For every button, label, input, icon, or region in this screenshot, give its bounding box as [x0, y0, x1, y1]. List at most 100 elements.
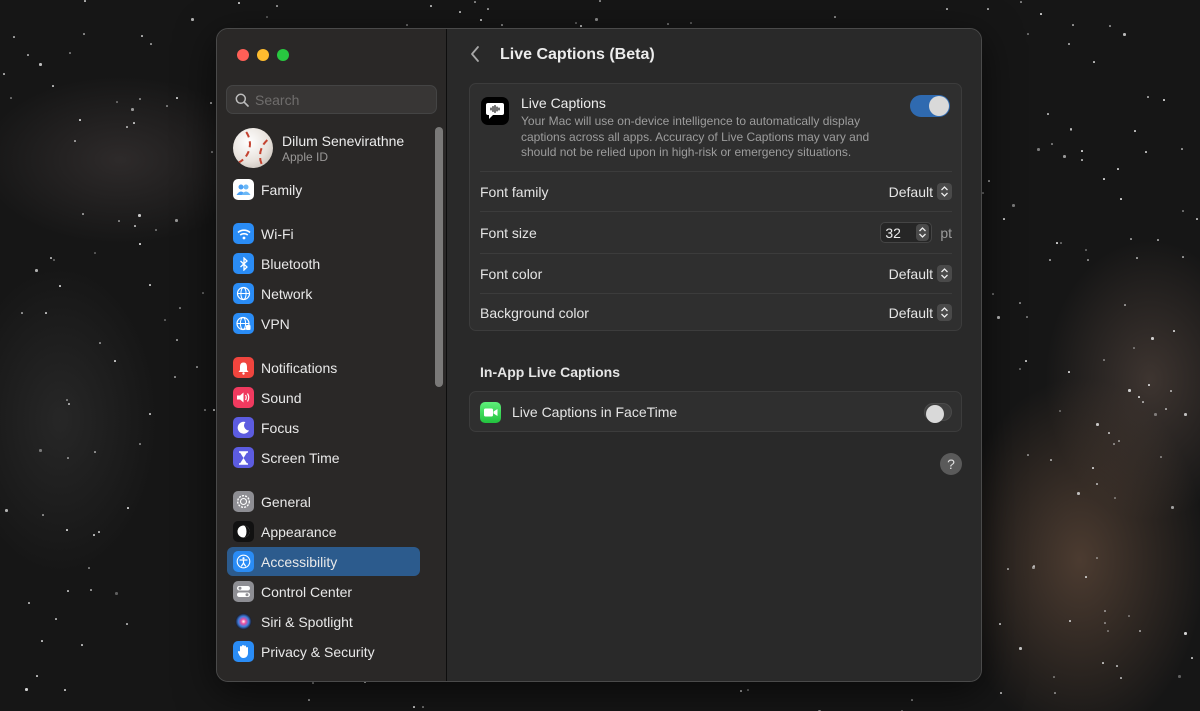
close-window-button[interactable]: [237, 49, 249, 61]
star-decoration: [114, 360, 116, 362]
star-decoration: [1025, 360, 1027, 362]
star-decoration: [266, 16, 268, 18]
sidebar-item-sound[interactable]: Sound: [227, 383, 420, 412]
star-decoration: [1181, 148, 1183, 150]
background-color-select[interactable]: Default: [889, 304, 952, 321]
minimize-window-button[interactable]: [257, 49, 269, 61]
sidebar-item-privacy-security[interactable]: Privacy & Security: [227, 637, 420, 666]
star-decoration: [53, 259, 55, 261]
star-decoration: [150, 43, 152, 45]
star-decoration: [1051, 143, 1053, 145]
star-decoration: [1026, 316, 1028, 318]
star-decoration: [138, 214, 141, 217]
sidebar-item-screen-time[interactable]: Screen Time: [227, 443, 420, 472]
sidebar-item-bluetooth[interactable]: Bluetooth: [227, 249, 420, 278]
star-decoration: [1092, 467, 1094, 469]
star-decoration: [501, 24, 503, 26]
star-decoration: [1096, 483, 1098, 485]
sidebar-item-accessibility[interactable]: Accessibility: [227, 547, 420, 576]
star-decoration: [5, 509, 8, 512]
star-decoration: [1104, 610, 1106, 612]
accessibility-icon: [233, 551, 254, 572]
star-decoration: [115, 592, 118, 595]
star-decoration: [575, 22, 577, 24]
star-decoration: [480, 19, 482, 21]
star-decoration: [1173, 330, 1175, 332]
star-decoration: [94, 451, 96, 453]
hourglass-icon: [233, 447, 254, 468]
star-decoration: [1020, 1, 1022, 3]
facetime-captions-toggle[interactable]: [924, 403, 952, 423]
star-decoration: [1081, 159, 1083, 161]
search-field[interactable]: [226, 85, 437, 114]
bell-icon: [233, 357, 254, 378]
sidebar-scrollbar[interactable]: [435, 127, 443, 387]
star-decoration: [1147, 96, 1149, 98]
star-decoration: [166, 105, 168, 107]
star-decoration: [1142, 401, 1144, 403]
font-size-input[interactable]: [885, 224, 914, 241]
font-color-select[interactable]: Default: [889, 265, 952, 282]
star-decoration: [1102, 662, 1104, 664]
star-decoration: [430, 5, 432, 7]
sidebar-item-general[interactable]: General: [227, 487, 420, 516]
star-decoration: [1117, 168, 1119, 170]
star-decoration: [1085, 249, 1087, 251]
chevron-left-icon: [471, 46, 479, 62]
live-captions-header: Live Captions Your Mac will use on-devic…: [470, 84, 961, 171]
star-decoration: [834, 16, 836, 18]
help-button[interactable]: ?: [940, 453, 962, 475]
font-color-row: Font color Default: [480, 253, 952, 293]
star-decoration: [1054, 692, 1056, 694]
star-decoration: [1033, 565, 1035, 567]
zoom-window-button[interactable]: [277, 49, 289, 61]
live-captions-card: Live Captions Your Mac will use on-devic…: [469, 83, 962, 331]
live-captions-toggle[interactable]: [910, 95, 950, 117]
sidebar-item-appearance[interactable]: Appearance: [227, 517, 420, 546]
star-decoration: [127, 507, 129, 509]
sidebar-item-network[interactable]: Network: [227, 279, 420, 308]
star-decoration: [1128, 389, 1131, 392]
star-decoration: [997, 316, 1000, 319]
bluetooth-icon: [233, 253, 254, 274]
star-decoration: [134, 225, 136, 227]
star-decoration: [1027, 33, 1029, 35]
sidebar-item-family[interactable]: Family: [227, 175, 420, 204]
star-decoration: [39, 449, 42, 452]
system-settings-window: Dilum Senevirathne Apple ID Family Wi-Fi B…: [216, 28, 982, 682]
star-decoration: [21, 312, 23, 314]
back-button[interactable]: [470, 45, 480, 69]
star-decoration: [191, 18, 194, 21]
star-decoration: [1093, 61, 1095, 63]
sidebar-item-control-center[interactable]: Control Center: [227, 577, 420, 606]
star-decoration: [1085, 576, 1087, 578]
apple-id-profile[interactable]: Dilum Senevirathne Apple ID: [233, 128, 404, 168]
star-decoration: [1123, 33, 1126, 36]
search-input[interactable]: [255, 91, 425, 108]
star-decoration: [1108, 432, 1110, 434]
star-decoration: [1138, 396, 1140, 398]
star-decoration: [1116, 665, 1118, 667]
font-family-select[interactable]: Default: [889, 183, 952, 200]
font-size-field[interactable]: [880, 222, 933, 243]
sidebar-item-focus[interactable]: Focus: [227, 413, 420, 442]
sidebar-item-wi-fi[interactable]: Wi-Fi: [227, 219, 420, 248]
star-decoration: [1113, 443, 1115, 445]
star-decoration: [94, 252, 96, 254]
star-decoration: [459, 11, 461, 13]
star-decoration: [210, 102, 212, 104]
star-decoration: [41, 640, 43, 642]
star-decoration: [1077, 492, 1080, 495]
sidebar-item-notifications[interactable]: Notifications: [227, 353, 420, 382]
star-decoration: [79, 119, 81, 121]
star-decoration: [1148, 384, 1150, 386]
star-decoration: [83, 33, 85, 35]
sidebar-item-siri-spotlight[interactable]: Siri & Spotlight: [227, 607, 420, 636]
star-decoration: [1047, 113, 1049, 115]
font-size-stepper[interactable]: [916, 224, 930, 241]
star-decoration: [1196, 218, 1198, 220]
toggle-knob: [926, 405, 944, 423]
star-decoration: [1184, 413, 1187, 416]
sidebar-item-vpn[interactable]: VPN: [227, 309, 420, 338]
star-decoration: [1096, 557, 1098, 559]
